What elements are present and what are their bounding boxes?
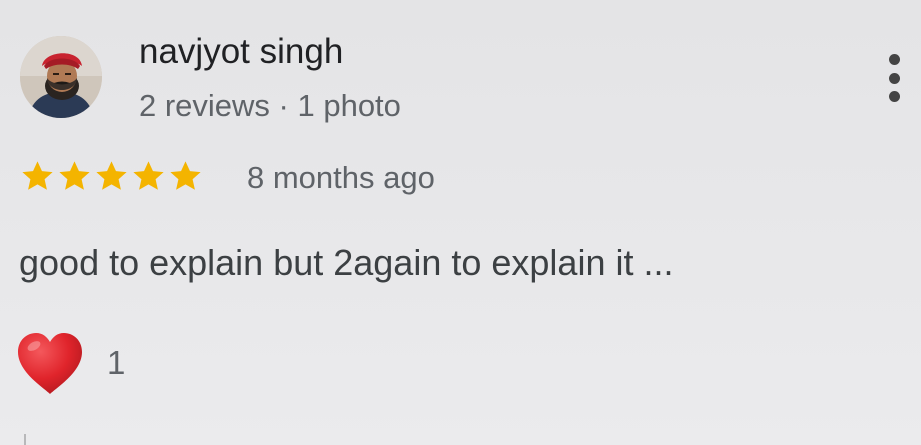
star-icon bbox=[22, 161, 53, 190]
more-vert-icon bbox=[888, 54, 900, 65]
star-icon bbox=[59, 161, 90, 190]
like-count: 1 bbox=[107, 344, 126, 381]
review-time: 8 months ago bbox=[247, 160, 435, 195]
divider bbox=[24, 434, 26, 445]
star-icon bbox=[170, 161, 201, 190]
reviewer-name[interactable]: navjyot singh bbox=[139, 30, 343, 74]
star-icon bbox=[96, 161, 127, 190]
star-rating bbox=[19, 158, 204, 195]
heart-icon bbox=[18, 333, 82, 394]
reviewer-meta: 2 reviews · 1 photo bbox=[139, 88, 401, 123]
review-text[interactable]: good to explain but 2again to explain it… bbox=[19, 238, 673, 288]
more-options-button[interactable] bbox=[872, 48, 916, 108]
like-button[interactable] bbox=[14, 330, 86, 398]
avatar-image bbox=[20, 36, 102, 118]
review-card: navjyot singh 2 reviews · 1 photo 8 mont… bbox=[0, 0, 921, 445]
more-vert-icon-dot bbox=[888, 91, 900, 102]
star-icon bbox=[133, 161, 164, 190]
more-vert-icon-dot bbox=[888, 72, 900, 84]
avatar[interactable] bbox=[20, 36, 102, 118]
